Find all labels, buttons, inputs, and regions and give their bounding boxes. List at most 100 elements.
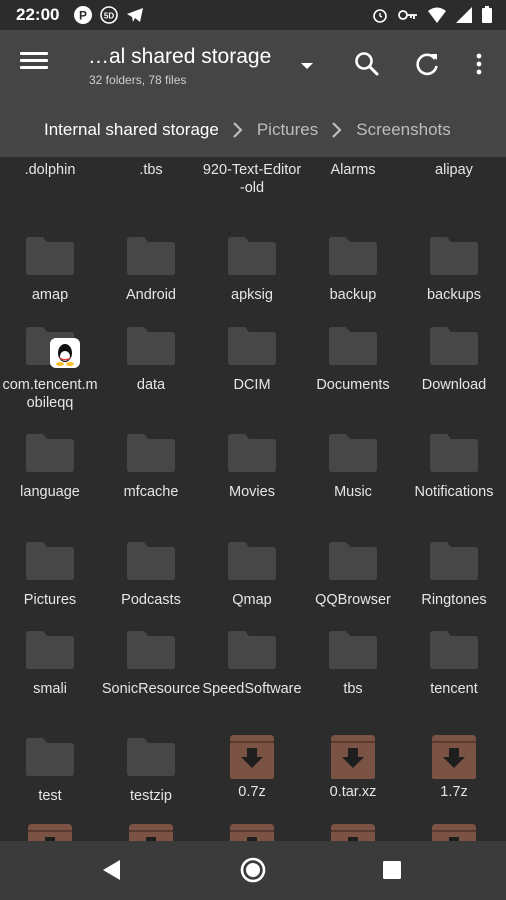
folder-icon [329, 327, 377, 365]
folder-item[interactable]: Music [303, 429, 403, 501]
folder-icon [127, 738, 175, 776]
folder-item[interactable]: apksig [202, 232, 302, 304]
folder-icon [329, 542, 377, 580]
folder-item[interactable]: tencent [404, 626, 504, 698]
folder-item[interactable]: com.tencent.mobileqq [0, 322, 100, 412]
folder-item[interactable]: data [101, 322, 201, 394]
folder-item[interactable]: Alarms [303, 157, 403, 179]
refresh-icon[interactable] [410, 47, 444, 81]
folder-item[interactable]: backup [303, 232, 403, 304]
file-item[interactable] [202, 822, 302, 841]
item-label: tbs [343, 681, 363, 697]
folder-item[interactable]: mfcache [101, 429, 201, 501]
item-label: DCIM [233, 377, 271, 393]
item-label: 0.tar.xz [329, 784, 377, 800]
breadcrumb-item[interactable]: Internal shared storage [44, 120, 219, 140]
chevron-right-icon [233, 122, 243, 138]
menu-icon-line [20, 66, 48, 69]
folder-icon [329, 631, 377, 669]
folder-item[interactable]: .dolphin [0, 157, 100, 179]
file-item[interactable]: 0.tar.xz [303, 733, 403, 801]
archive-icon [331, 735, 375, 779]
archive-icon [432, 824, 476, 841]
item-label: data [136, 377, 166, 393]
folder-icon [329, 434, 377, 472]
folder-item[interactable]: Documents [303, 322, 403, 394]
item-label: 920-Text-Editor-old [202, 162, 302, 196]
file-item[interactable]: 1.7z [404, 733, 504, 801]
folder-item[interactable]: testzip [101, 733, 201, 805]
folder-item[interactable]: smali [0, 626, 100, 698]
status-time: 22:00 [16, 5, 60, 24]
archive-icon [28, 824, 72, 841]
parking-icon: P [74, 6, 92, 24]
wifi-icon [428, 7, 446, 23]
item-label: testzip [130, 788, 172, 804]
item-label: SonicResource [101, 681, 201, 697]
more-vert-icon[interactable] [462, 47, 496, 81]
recents-icon[interactable] [377, 855, 407, 885]
file-item[interactable] [0, 822, 100, 841]
file-item[interactable]: 0.7z [202, 733, 302, 801]
folder-item[interactable]: 920-Text-Editor-old [202, 157, 302, 197]
item-label: Music [334, 484, 372, 500]
alarm-icon [373, 8, 387, 23]
menu-button[interactable] [16, 48, 52, 80]
item-label: alipay [435, 162, 473, 178]
page-subtitle: 32 folders, 78 files [89, 73, 187, 87]
menu-icon-line [20, 59, 48, 62]
item-label: Alarms [330, 162, 376, 178]
folder-item[interactable]: Android [101, 232, 201, 304]
home-icon[interactable] [238, 855, 268, 885]
breadcrumb-item[interactable]: Screenshots [356, 120, 451, 140]
folder-item[interactable]: Podcasts [101, 537, 201, 609]
folder-item[interactable]: Ringtones [404, 537, 504, 609]
folder-item[interactable]: Pictures [0, 537, 100, 609]
folder-icon [430, 631, 478, 669]
item-label: mfcache [123, 484, 179, 500]
folder-item[interactable]: SonicResource [101, 626, 201, 698]
file-item[interactable] [303, 822, 403, 841]
folder-icon [26, 542, 74, 580]
folder-item[interactable]: Notifications [404, 429, 504, 501]
back-icon[interactable] [97, 855, 127, 885]
dropdown-arrow-icon[interactable] [296, 54, 318, 76]
battery-icon [482, 6, 492, 23]
folder-item[interactable]: test [0, 733, 100, 805]
app-bar: …al shared storage 32 folders, 78 files … [0, 30, 506, 157]
folder-icon [329, 237, 377, 275]
folder-icon [228, 237, 276, 275]
folder-icon [430, 237, 478, 275]
item-label: Pictures [23, 592, 77, 608]
folder-item[interactable]: .tbs [101, 157, 201, 179]
folder-item[interactable]: amap [0, 232, 100, 304]
folder-item[interactable]: Qmap [202, 537, 302, 609]
file-item[interactable] [404, 822, 504, 841]
folder-item[interactable]: DCIM [202, 322, 302, 394]
folder-icon [430, 542, 478, 580]
folder-item[interactable]: backups [404, 232, 504, 304]
folder-icon [228, 434, 276, 472]
folder-item[interactable]: Download [404, 322, 504, 394]
item-label: com.tencent.mobileqq [2, 377, 98, 411]
page-title[interactable]: …al shared storage [88, 45, 271, 69]
file-item[interactable] [101, 822, 201, 841]
navigation-bar [0, 841, 506, 900]
folder-icon [430, 434, 478, 472]
breadcrumb-item[interactable]: Pictures [257, 120, 318, 140]
qq-app-icon [50, 338, 80, 368]
folder-item[interactable]: QQBrowser [303, 537, 403, 609]
folder-icon [127, 542, 175, 580]
item-label: .tbs [139, 162, 163, 178]
folder-item[interactable]: Movies [202, 429, 302, 501]
search-icon[interactable] [350, 47, 384, 81]
archive-icon [331, 824, 375, 841]
folder-item[interactable]: language [0, 429, 100, 501]
folder-item[interactable]: SpeedSoftware [202, 626, 302, 698]
item-label: language [20, 484, 80, 500]
5d-badge-icon: 5D [100, 6, 118, 24]
item-label: Android [126, 287, 176, 303]
folder-icon [26, 434, 74, 472]
folder-item[interactable]: tbs [303, 626, 403, 698]
folder-item[interactable]: alipay [404, 157, 504, 179]
